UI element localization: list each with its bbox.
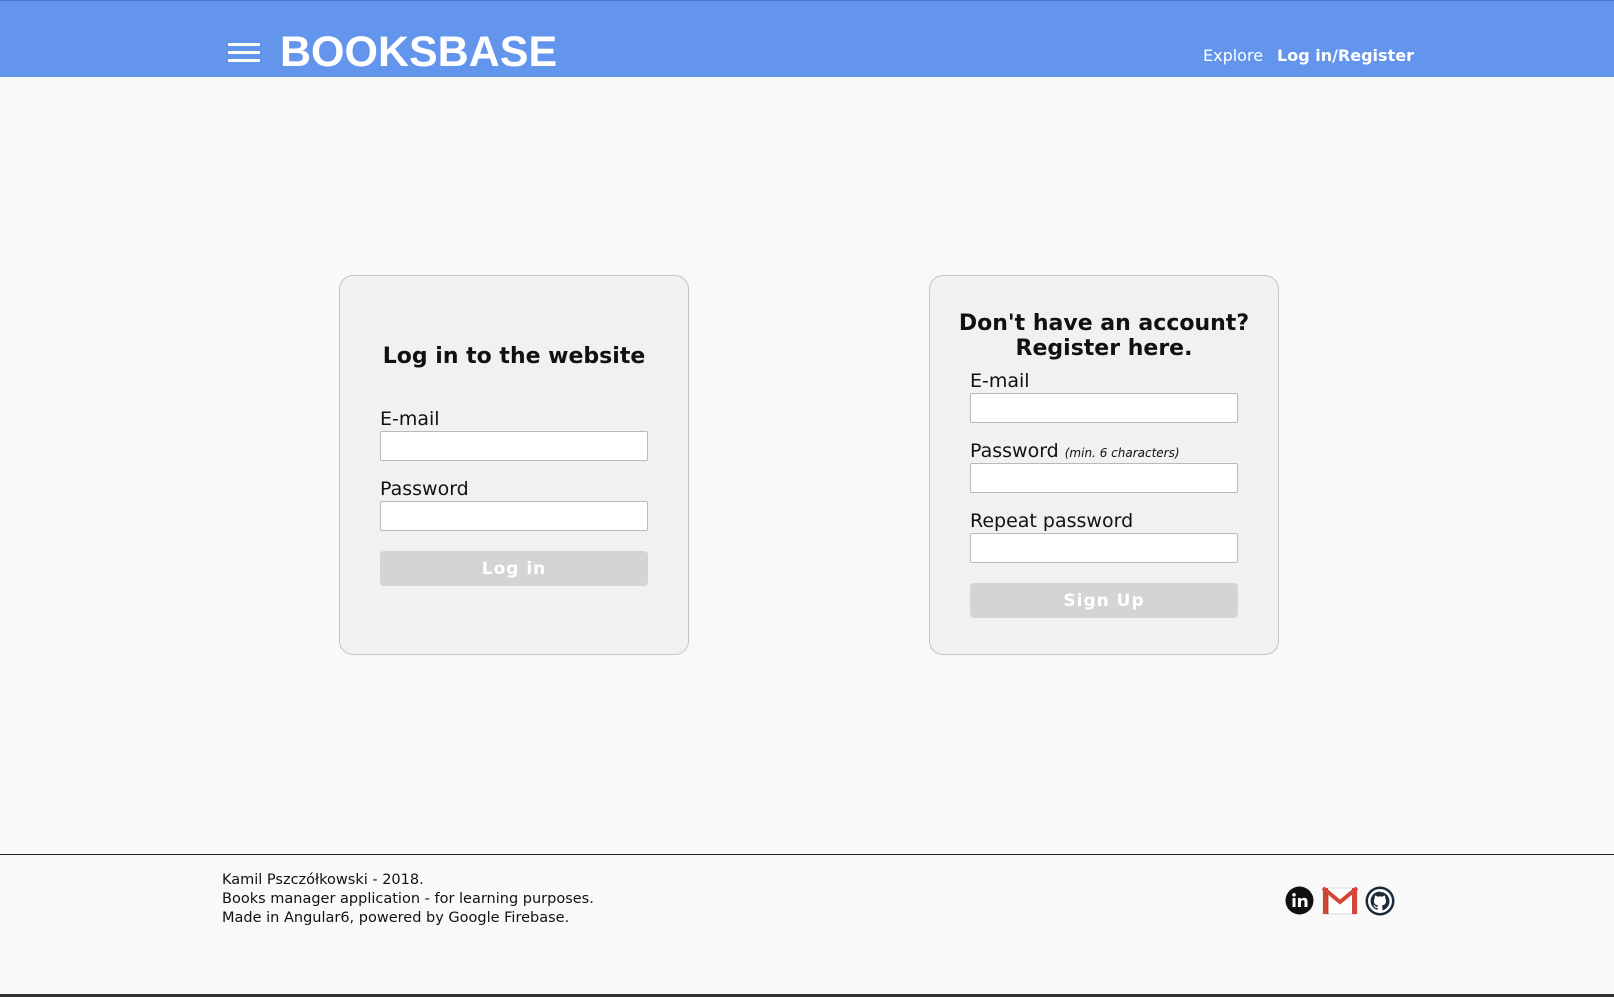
nav-login-register-link[interactable]: Log in/Register <box>1277 45 1414 67</box>
repeat-password-input[interactable] <box>970 533 1238 563</box>
register-password-label-text: Password <box>970 440 1059 462</box>
register-password-label: Password (min. 6 characters) <box>970 440 1180 464</box>
repeat-password-label: Repeat password <box>970 510 1134 532</box>
register-email-label: E-mail <box>970 370 1030 392</box>
register-title-line1: Don't have an account? <box>958 311 1250 336</box>
footer-description: Books manager application - for learning… <box>222 891 594 907</box>
login-email-label: E-mail <box>380 408 440 430</box>
login-password-label: Password <box>380 478 469 500</box>
brand-logo[interactable]: BOOKSBASE <box>280 27 557 77</box>
login-email-input[interactable] <box>380 431 648 461</box>
linkedin-icon[interactable] <box>1285 886 1314 915</box>
login-title: Log in to the website <box>382 344 646 369</box>
top-navbar: BOOKSBASE Explore Log in/Register <box>0 0 1614 77</box>
github-icon[interactable] <box>1365 886 1395 916</box>
nav-explore-link[interactable]: Explore <box>1203 45 1263 67</box>
footer-tech: Made in Angular6, powered by Google Fire… <box>222 910 570 926</box>
register-email-input[interactable] <box>970 393 1238 423</box>
gmail-icon[interactable] <box>1322 886 1358 916</box>
password-hint: (min. 6 characters) <box>1064 446 1180 460</box>
hamburger-menu-icon[interactable] <box>228 43 260 65</box>
sign-up-button[interactable]: Sign Up <box>970 583 1238 618</box>
register-password-input[interactable] <box>970 463 1238 493</box>
login-button[interactable]: Log in <box>380 551 648 586</box>
register-card: Don't have an account? Register here. E-… <box>929 275 1279 655</box>
login-password-input[interactable] <box>380 501 648 531</box>
login-card: Log in to the website E-mail Password Lo… <box>339 275 689 655</box>
footer-author: Kamil Pszczółkowski - 2018. <box>222 872 424 888</box>
register-title-line2: Register here. <box>1015 336 1193 361</box>
